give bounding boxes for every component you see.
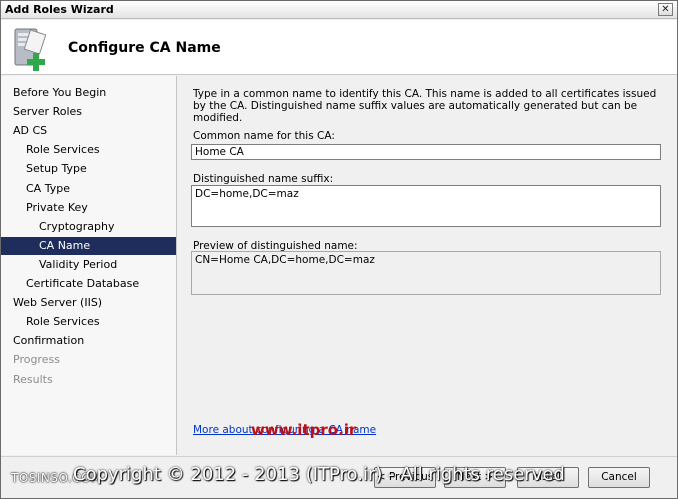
dn-suffix-input[interactable]: DC=home,DC=maz bbox=[191, 185, 661, 227]
window-title: Add Roles Wizard bbox=[5, 3, 114, 16]
watermark-copyright: Copyright © 2012 - 2013 (ITPro.ir) - All… bbox=[73, 464, 565, 485]
nav-item-role-services[interactable]: Role Services bbox=[1, 313, 176, 331]
server-add-role-icon bbox=[14, 28, 47, 71]
nav-item-before-you-begin[interactable]: Before You Begin bbox=[1, 84, 176, 102]
nav-item-cryptography[interactable]: Cryptography bbox=[1, 218, 176, 236]
common-name-input[interactable]: Home CA bbox=[191, 144, 661, 160]
nav-item-ca-type[interactable]: CA Type bbox=[1, 180, 176, 198]
title-bar[interactable]: Add Roles Wizard ✕ bbox=[1, 1, 677, 19]
nav-item-certificate-database[interactable]: Certificate Database bbox=[1, 275, 176, 293]
nav-item-validity-period[interactable]: Validity Period bbox=[1, 256, 176, 274]
wizard-step-nav: Before You Begin Server Roles AD CS Role Se… bbox=[1, 76, 177, 455]
nav-item-private-key[interactable]: Private Key bbox=[1, 199, 176, 217]
nav-item-ca-name[interactable]: CA Name bbox=[1, 236, 176, 255]
nav-item-web-server-iis[interactable]: Web Server (IIS) bbox=[1, 294, 176, 312]
close-button[interactable]: ✕ bbox=[658, 3, 673, 16]
nav-item-confirmation[interactable]: Confirmation bbox=[1, 332, 176, 350]
common-name-label: Common name for this CA: bbox=[193, 130, 335, 142]
nav-item-setup-type[interactable]: Setup Type bbox=[1, 160, 176, 178]
cancel-button[interactable]: Cancel bbox=[588, 467, 650, 488]
preview-dn-field: CN=Home CA,DC=home,DC=maz bbox=[191, 251, 661, 295]
dn-suffix-label: Distinguished name suffix: bbox=[193, 173, 334, 185]
wizard-header: Configure CA Name bbox=[1, 20, 677, 75]
nav-item-role-services[interactable]: Role Services bbox=[1, 141, 176, 159]
add-roles-wizard-window: Add Roles Wizard ✕ Configure CA Name Bef… bbox=[0, 0, 678, 499]
nav-item-server-roles[interactable]: Server Roles bbox=[1, 103, 176, 121]
nav-item-progress: Progress bbox=[13, 353, 60, 367]
nav-item-ad-cs[interactable]: AD CS bbox=[1, 122, 176, 140]
page-description: Type in a common name to identify this C… bbox=[193, 88, 657, 124]
close-icon: ✕ bbox=[661, 4, 670, 15]
page-title: Configure CA Name bbox=[68, 40, 221, 56]
watermark-url: www.itpro.ir bbox=[251, 421, 357, 439]
content-panel: Type in a common name to identify this C… bbox=[178, 76, 677, 455]
nav-item-results: Results bbox=[13, 372, 53, 386]
